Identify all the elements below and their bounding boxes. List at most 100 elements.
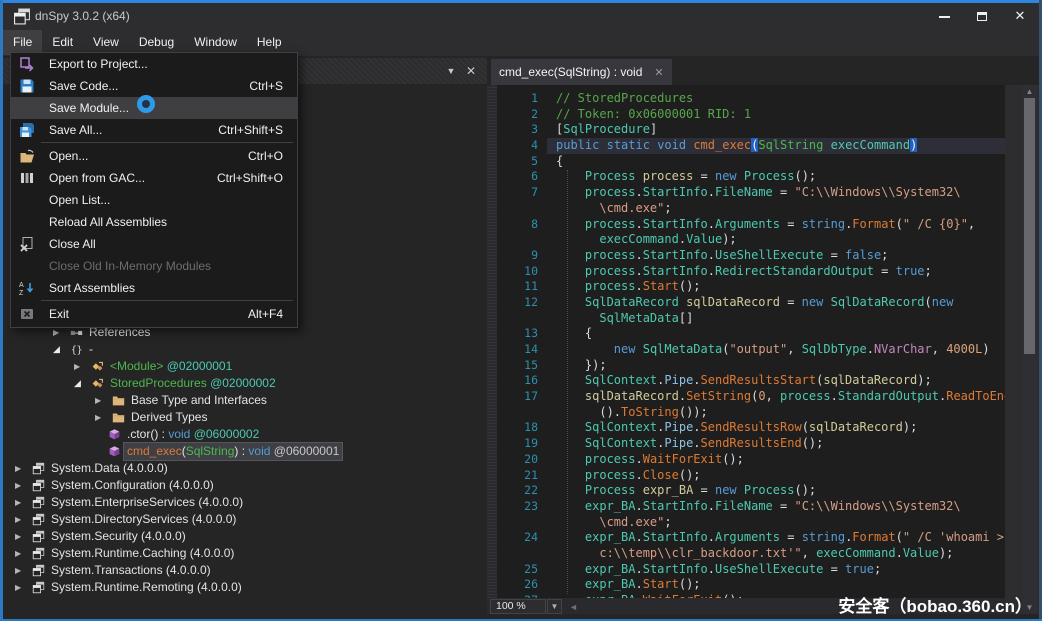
tree-item-label: System.EnterpriseServices (4.0.0.0) <box>51 494 243 511</box>
menu-item-shortcut: Ctrl+S <box>249 75 283 97</box>
window-border-left <box>0 0 3 621</box>
line-number: 20 <box>497 452 543 468</box>
zoom-level: 100 % <box>496 600 526 612</box>
tree-row[interactable]: ▶ <Module> @02000001 <box>3 358 487 375</box>
tree-row[interactable]: ▶ Derived Types <box>3 409 487 426</box>
expand-icon[interactable]: ▶ <box>95 392 101 409</box>
separator-line <box>41 300 293 301</box>
tree-item-label: <Module> @02000001 <box>110 358 232 375</box>
scroll-up-icon[interactable]: ▲ <box>1022 86 1037 98</box>
close-button[interactable]: ✕ <box>1001 3 1039 29</box>
tab-close-icon[interactable]: ✕ <box>654 60 663 86</box>
tree-row[interactable]: ▶ System.DirectoryServices (4.0.0.0) <box>3 511 487 528</box>
menu-item-close-old-in-memory-modules: Close Old In-Memory Modules <box>11 255 297 277</box>
code-line: execCommand.Value); <box>547 232 1005 248</box>
breakpoint-gutter[interactable] <box>487 85 497 598</box>
menu-item-save-all[interactable]: Save All...Ctrl+Shift+S <box>11 119 297 141</box>
open-gac-icon <box>19 170 35 186</box>
tree-item-label: System.Configuration (4.0.0.0) <box>51 477 214 494</box>
line-number: 14 <box>497 342 543 358</box>
tree-row[interactable]: ▶System.Security (4.0.0.0) <box>3 528 487 545</box>
code-line: Process expr_BA = new Process(); <box>547 483 1005 499</box>
method-icon <box>108 428 122 442</box>
expand-icon[interactable]: ▶ <box>15 511 21 528</box>
menu-item-open-from-gac[interactable]: Open from GAC...Ctrl+Shift+O <box>11 167 297 189</box>
expand-icon[interactable]: ▶ <box>15 545 21 562</box>
line-number <box>497 405 543 421</box>
menu-item-save-module[interactable]: Save Module... <box>11 97 297 119</box>
menu-item-label: Export to Project... <box>49 53 148 75</box>
chevron-down-icon[interactable]: ▼ <box>443 63 459 79</box>
tree-row[interactable]: .ctor() : void @06000002 <box>3 426 487 443</box>
tree-row[interactable]: ▶System.Runtime.Caching (4.0.0.0) <box>3 545 487 562</box>
maximize-icon <box>977 12 987 21</box>
chevron-down-icon[interactable]: ▼ <box>547 599 562 614</box>
menu-item-open-list[interactable]: Open List... <box>11 189 297 211</box>
code-line: new SqlMetaData("output", SqlDbType.NVar… <box>547 342 1005 358</box>
zoom-combobox[interactable]: 100 % ▼ <box>490 599 546 614</box>
tree-row[interactable]: ▶Base Type and Interfaces <box>3 392 487 409</box>
assembly-icon <box>32 479 46 493</box>
vertical-scrollbar[interactable]: ▲ ▼ <box>1022 85 1037 615</box>
code-line: }); <box>547 358 1005 374</box>
tree-item-label: System.DirectoryServices (4.0.0.0) <box>51 511 236 528</box>
menu-item-exit[interactable]: ExitAlt+F4 <box>11 303 297 325</box>
file-menu: Export to Project...Save Code...Ctrl+SSa… <box>10 52 298 328</box>
tree-item-label: - <box>89 341 93 358</box>
tree-item-label: System.Transactions (4.0.0.0) <box>51 562 211 579</box>
tree-row[interactable]: ▶ System.Runtime.Remoting (4.0.0.0) <box>3 579 487 596</box>
code-line: process.WaitForExit(); <box>547 452 1005 468</box>
line-number: 1 <box>497 91 543 107</box>
save-code-icon <box>19 78 35 94</box>
tree-row[interactable]: ▶ System.Transactions (4.0.0.0) <box>3 562 487 579</box>
menu-item-save-code[interactable]: Save Code...Ctrl+S <box>11 75 297 97</box>
collapse-icon[interactable]: ◢ <box>53 341 60 358</box>
vertical-scrollbar-thumb[interactable] <box>1024 98 1035 354</box>
class-icon <box>91 360 105 374</box>
tree-row[interactable]: ▶ System.Configuration (4.0.0.0) <box>3 477 487 494</box>
expand-icon[interactable]: ▶ <box>15 528 21 545</box>
code-line: SqlContext.Pipe.SendResultsRow(sqlDataRe… <box>547 420 1005 436</box>
tree-row[interactable]: ◢StoredProcedures @02000002 <box>3 375 487 392</box>
tree-row[interactable]: ▶ System.EnterpriseServices (4.0.0.0) <box>3 494 487 511</box>
code-line: public static void cmd_exec(SqlString ex… <box>547 138 1005 154</box>
scroll-left-icon[interactable]: ◄ <box>569 602 578 612</box>
code-line: process.Close(); <box>547 468 1005 484</box>
expand-icon[interactable]: ▶ <box>15 579 21 596</box>
expand-icon[interactable]: ▶ <box>74 358 80 375</box>
menu-item-export-to-project[interactable]: Export to Project... <box>11 53 297 75</box>
expand-icon[interactable]: ▶ <box>15 494 21 511</box>
expand-icon[interactable]: ▶ <box>15 477 21 494</box>
references-icon <box>70 326 84 340</box>
close-icon[interactable]: ✕ <box>463 63 479 79</box>
tree-item-label: .ctor() : void @06000002 <box>127 426 259 443</box>
assembly-icon <box>32 530 46 544</box>
expand-icon[interactable]: ▶ <box>95 409 101 426</box>
menu-item-close-all[interactable]: Close All <box>11 233 297 255</box>
tree-row[interactable]: cmd_exec(SqlString) : void @06000001 <box>3 443 487 460</box>
menu-item-open[interactable]: Open...Ctrl+O <box>11 145 297 167</box>
tree-item-label: System.Runtime.Remoting (4.0.0.0) <box>51 579 242 596</box>
line-number: 2 <box>497 107 543 123</box>
menu-item-reload-all-assemblies[interactable]: Reload All Assemblies <box>11 211 297 233</box>
minimize-button[interactable] <box>925 3 963 29</box>
maximize-button[interactable] <box>963 3 1001 29</box>
tree-row[interactable]: ▶System.Data (4.0.0.0) <box>3 460 487 477</box>
tab-cmd-exec[interactable]: cmd_exec(SqlString) : void✕ <box>491 59 672 85</box>
menu-item-shortcut: Ctrl+O <box>248 145 283 167</box>
expand-icon[interactable]: ▶ <box>15 562 21 579</box>
line-number <box>497 546 543 562</box>
collapse-icon[interactable]: ◢ <box>74 375 81 392</box>
export-to-project-icon <box>19 56 35 72</box>
code-lines: // StoredProcedures// Token: 0x06000001 … <box>547 91 1005 598</box>
separator-line <box>41 142 293 143</box>
menu-item-sort-assemblies[interactable]: AZSort Assemblies <box>11 277 297 299</box>
tree-item-label: Derived Types <box>131 409 207 426</box>
code-editor[interactable]: 1234567891011121314151617181920212223242… <box>487 85 1005 598</box>
code-line: SqlDataRecord sqlDataRecord = new SqlDat… <box>547 295 1005 311</box>
expand-icon[interactable]: ▶ <box>15 460 21 477</box>
tree-row[interactable]: ◢{}- <box>3 341 487 358</box>
line-number: 11 <box>497 279 543 295</box>
line-number: 22 <box>497 483 543 499</box>
code-line: process.StartInfo.Arguments = string.For… <box>547 217 1005 233</box>
